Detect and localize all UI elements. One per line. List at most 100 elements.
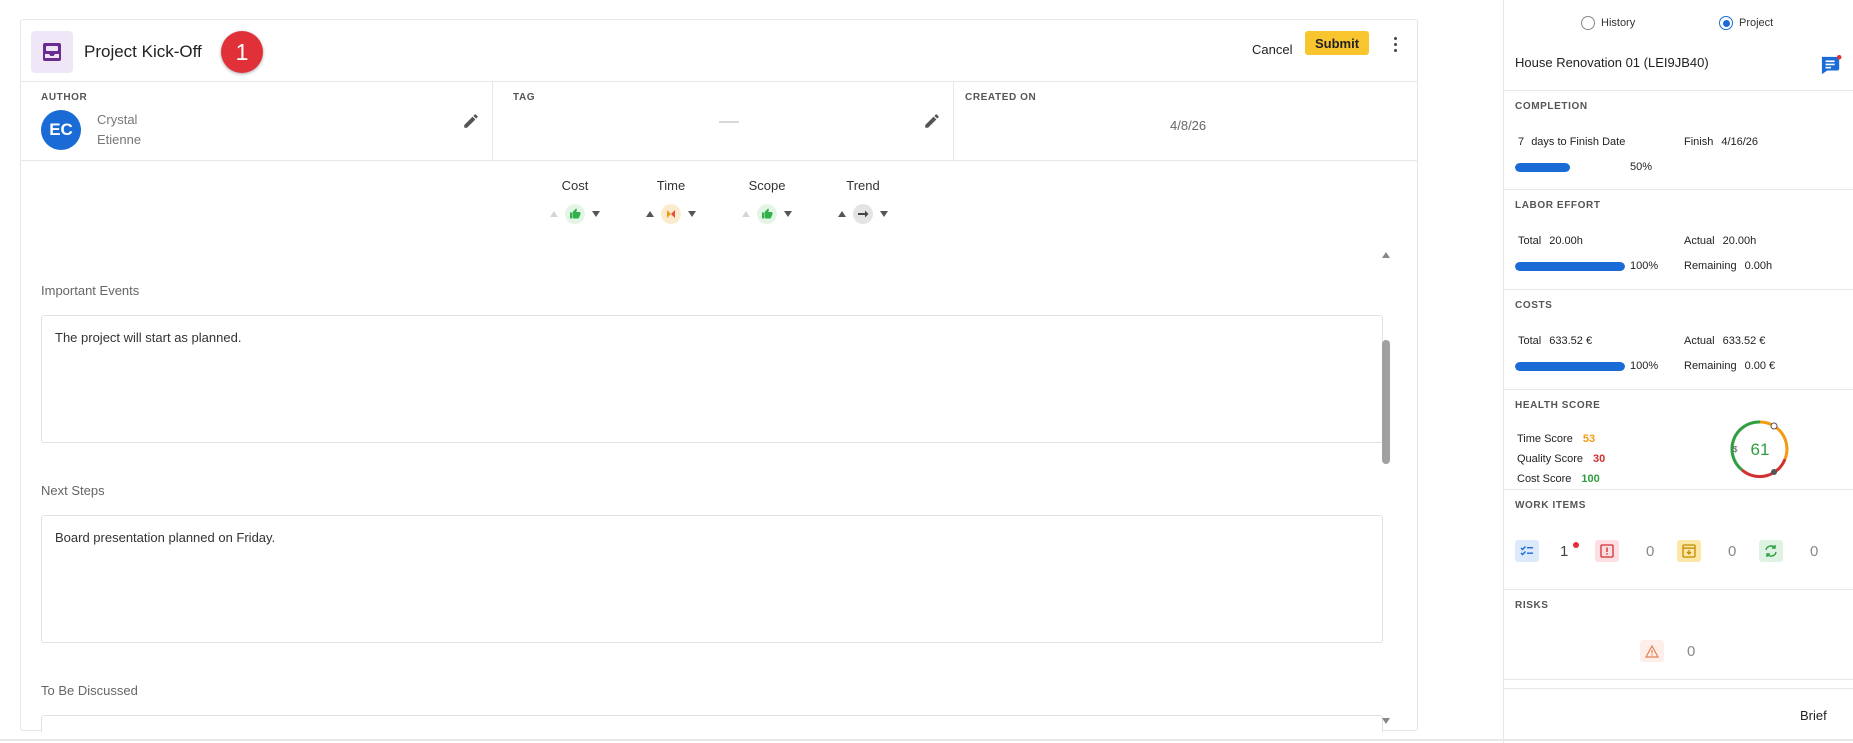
labor-total: Total 20.00h	[1518, 235, 1583, 247]
completion-progress-bar	[1515, 163, 1625, 172]
days-to-finish-label: days to Finish Date	[1531, 136, 1626, 148]
author-first-name: Crystal	[97, 112, 138, 127]
chat-icon[interactable]	[1820, 55, 1842, 75]
scroll-up-icon[interactable]	[1382, 252, 1390, 258]
notification-dot	[1573, 542, 1579, 548]
scrollbar-thumb[interactable]	[1382, 340, 1390, 464]
work-item-count: 0	[1646, 543, 1655, 560]
created-value: 4/8/26	[1170, 118, 1207, 133]
history-radio-circle[interactable]	[1581, 16, 1595, 30]
health-score-overall: 61	[1751, 440, 1770, 459]
arrow-right-icon	[853, 204, 873, 224]
labor-effort-title: LABOR EFFORT	[1515, 200, 1601, 211]
costs-progress-bar	[1515, 362, 1625, 371]
author-last-name: Etienne	[97, 132, 142, 147]
next-steps-field[interactable]: Board presentation planned on Friday.	[41, 515, 1383, 643]
edit-author-icon[interactable]	[462, 112, 480, 130]
inbox-icon[interactable]	[1677, 540, 1701, 562]
risks-title: RISKS	[1515, 600, 1549, 611]
created-cell: CREATED ON 4/8/26	[954, 82, 1419, 160]
avatar: EC	[41, 110, 81, 150]
scrollbar[interactable]	[1380, 250, 1392, 732]
labor-remaining-label: Remaining	[1684, 260, 1737, 272]
work-items-section: WORK ITEMS 1 0 0 0	[1504, 490, 1853, 590]
increase-arrow-icon[interactable]	[742, 211, 750, 217]
scroll-down-icon[interactable]	[1382, 718, 1390, 724]
bottom-border	[0, 739, 1853, 741]
divider	[1504, 688, 1853, 689]
labor-remaining: Remaining 0.00h	[1684, 260, 1772, 272]
meta-row: AUTHOR EC Crystal Etienne TAG CREATED ON…	[21, 82, 1417, 161]
cost-score: Cost Score 100	[1517, 473, 1600, 485]
health-score-title: HEALTH SCORE	[1515, 400, 1601, 411]
days-to-finish-value: 7	[1518, 136, 1525, 148]
completion-progress-fill	[1515, 163, 1570, 172]
important-events-field[interactable]: The project will start as planned.	[41, 315, 1383, 443]
work-item-count: 0	[1728, 543, 1737, 560]
finish-value: 4/16/26	[1721, 136, 1759, 148]
costs-progress-fill	[1515, 362, 1625, 371]
project-radio-label: Project	[1739, 17, 1774, 29]
labor-effort-section: LABOR EFFORT Total 20.00h Actual 20.00h 10…	[1504, 190, 1853, 290]
cancel-button[interactable]: Cancel	[1246, 34, 1298, 64]
costs-remaining-label: Remaining	[1684, 360, 1737, 372]
risks-section: RISKS 0	[1504, 590, 1853, 680]
annotation-badge-1: 1	[221, 31, 263, 73]
tag-cell: TAG	[493, 82, 954, 160]
completion-title: COMPLETION	[1515, 101, 1588, 112]
checklist-icon[interactable]	[1515, 540, 1539, 562]
tag-label: TAG	[513, 92, 536, 103]
project-radio-circle[interactable]	[1719, 16, 1733, 30]
costs-title: COSTS	[1515, 300, 1553, 311]
submit-button[interactable]: Submit	[1305, 31, 1369, 55]
costs-percent: 100%	[1630, 360, 1659, 372]
cost-score-label: Cost Score	[1517, 473, 1572, 485]
costs-section: COSTS Total 633.52 € Actual 633.52 € 100% …	[1504, 290, 1853, 390]
labor-remaining-value: 0.00h	[1744, 260, 1773, 272]
edit-tag-icon[interactable]	[923, 112, 941, 130]
created-label: CREATED ON	[965, 92, 1037, 103]
quality-score-label: Quality Score	[1517, 453, 1584, 465]
risks-count: 0	[1687, 643, 1696, 660]
decrease-arrow-icon[interactable]	[880, 211, 888, 217]
time-score-value: 53	[1582, 433, 1596, 445]
labor-actual-value: 20.00h	[1722, 235, 1757, 247]
indicator-label: Trend	[846, 178, 880, 193]
health-score-gauge: $ 61	[1730, 420, 1789, 479]
decrease-arrow-icon[interactable]	[688, 211, 696, 217]
more-options-icon[interactable]	[1386, 32, 1404, 56]
brief-button[interactable]: Brief	[1800, 708, 1827, 723]
indicator-time: Time	[631, 178, 711, 224]
to-be-discussed-label: To Be Discussed	[41, 683, 138, 698]
indicator-trend: Trend	[823, 178, 903, 224]
increase-arrow-icon[interactable]	[646, 211, 654, 217]
costs-total-value: 633.52 €	[1549, 335, 1593, 347]
labor-progress-fill	[1515, 262, 1625, 271]
time-score: Time Score 53	[1517, 433, 1595, 445]
author-name: Crystal Etienne	[97, 110, 157, 150]
next-steps-text: Board presentation planned on Friday.	[55, 530, 276, 545]
status-report-card: Project Kick-Off Cancel Submit AUTHOR EC…	[20, 19, 1419, 732]
increase-arrow-icon[interactable]	[838, 211, 846, 217]
labor-actual: Actual 20.00h	[1684, 235, 1756, 247]
indicator-scope: Scope	[727, 178, 807, 224]
decrease-arrow-icon[interactable]	[592, 211, 600, 217]
history-radio[interactable]: History	[1581, 16, 1635, 30]
indicator-cost: Cost	[535, 178, 615, 224]
project-radio[interactable]: Project	[1719, 16, 1773, 30]
completion-section: COMPLETION 7 days to Finish Date Finish 4…	[1504, 90, 1853, 190]
status-indicators: Cost Time Scope Trend	[21, 178, 1417, 238]
report-content[interactable]: Important Events The project will start …	[21, 250, 1419, 732]
history-radio-label: History	[1601, 17, 1636, 29]
warning-icon[interactable]	[1640, 640, 1664, 662]
time-score-label: Time Score	[1517, 433, 1573, 445]
decrease-arrow-icon[interactable]	[784, 211, 792, 217]
costs-remaining: Remaining 0.00 €	[1684, 360, 1775, 372]
increase-arrow-icon[interactable]	[550, 211, 558, 217]
to-be-discussed-field[interactable]	[41, 715, 1383, 732]
quality-score-value: 30	[1593, 453, 1606, 465]
finish-date: Finish 4/16/26	[1684, 136, 1758, 148]
page-title: Project Kick-Off	[84, 42, 202, 61]
change-icon[interactable]	[1759, 540, 1783, 562]
issue-icon[interactable]	[1595, 540, 1619, 562]
